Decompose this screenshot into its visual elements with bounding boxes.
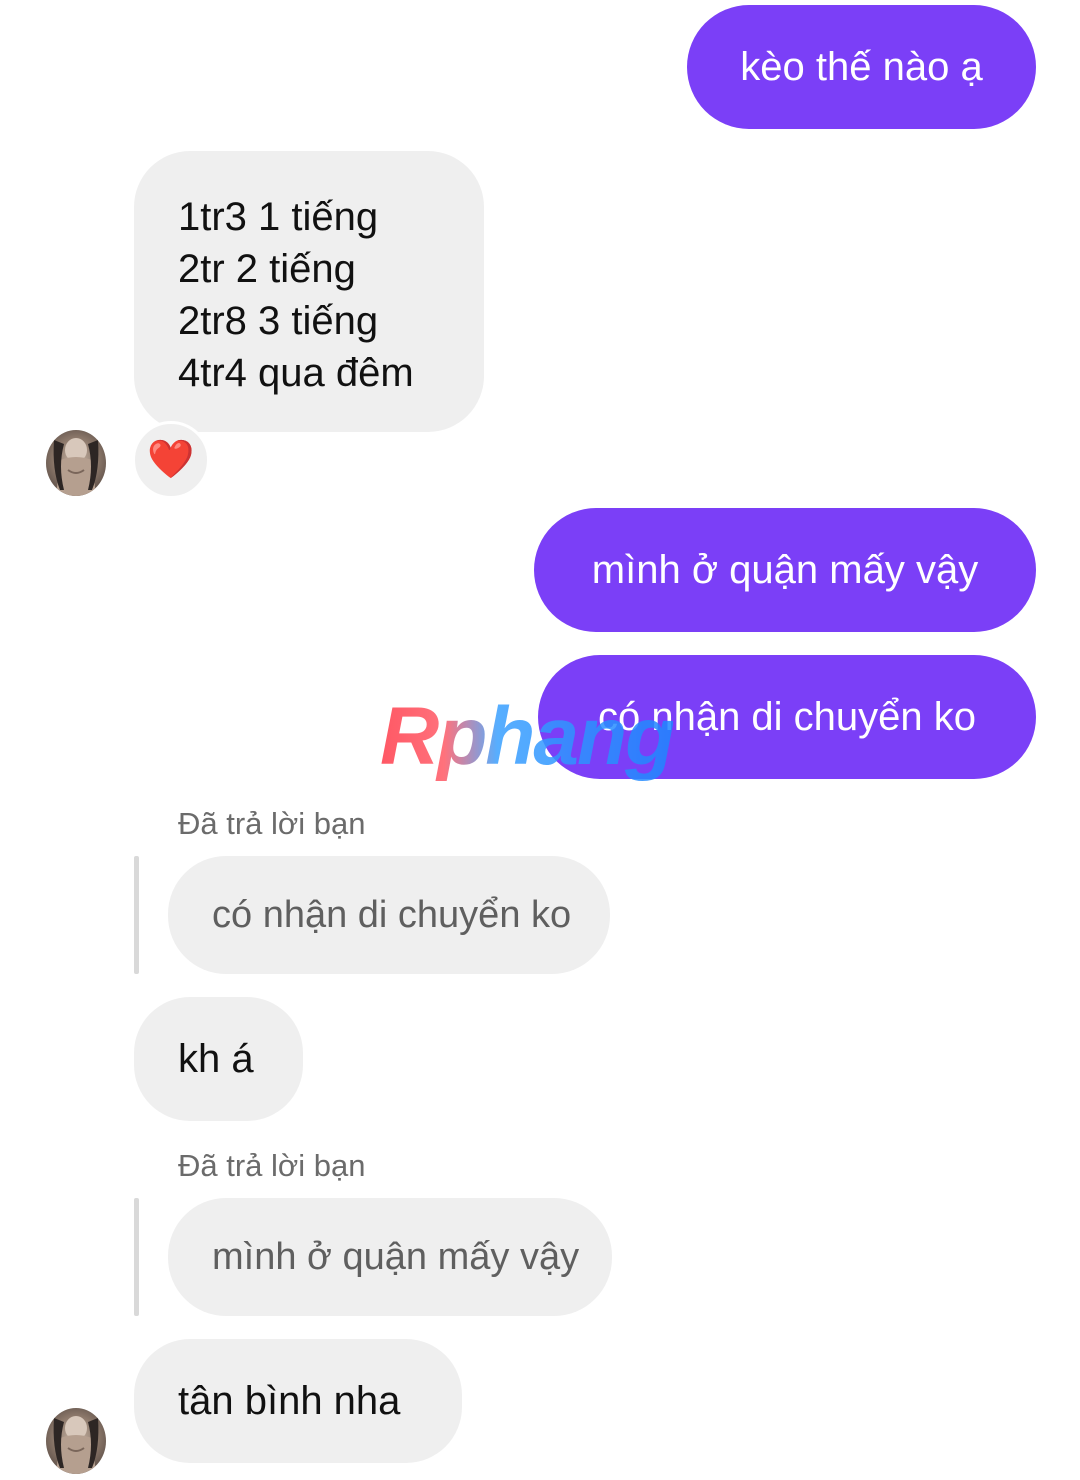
message-line: 1tr3 1 tiếng [178,195,379,239]
reply-label: Đã trả lời bạn [178,806,366,841]
message-line: 2tr 2 tiếng [178,247,356,291]
message-text: tân bình nha [178,1379,401,1423]
avatar-image [53,1416,99,1474]
avatar[interactable] [46,1408,106,1474]
reply-label: Đã trả lời bạn [178,1148,366,1183]
quoted-text: có nhận di chuyển ko [212,893,572,936]
quote-bar [134,856,139,974]
message-text: mình ở quận mấy vậy [591,548,979,592]
quoted-message[interactable]: có nhận di chuyển ko [168,856,610,974]
message-text: kh á [178,1037,254,1081]
message-line: 4tr4 qua đêm [178,351,414,395]
sent-message[interactable]: mình ở quận mấy vậy [534,508,1036,632]
message-line: 2tr8 3 tiếng [178,299,379,343]
quote-bar [134,1198,139,1316]
received-message[interactable]: kh á [134,997,303,1121]
received-message[interactable]: tân bình nha [134,1339,462,1463]
message-text: kèo thế nào ạ [740,45,983,89]
message-text: có nhận di chuyển ko [597,695,977,739]
avatar-image [53,438,99,496]
received-message[interactable]: 1tr3 1 tiếng 2tr 2 tiếng 2tr8 3 tiếng 4t… [134,151,484,432]
heart-icon: ❤️ [147,439,195,481]
sent-message[interactable]: có nhận di chuyển ko [538,655,1036,779]
quoted-message[interactable]: mình ở quận mấy vậy [168,1198,612,1316]
heart-reaction[interactable]: ❤️ [132,421,210,499]
quoted-text: mình ở quận mấy vậy [212,1235,580,1278]
avatar[interactable] [46,430,106,496]
sent-message[interactable]: kèo thế nào ạ [687,5,1036,129]
